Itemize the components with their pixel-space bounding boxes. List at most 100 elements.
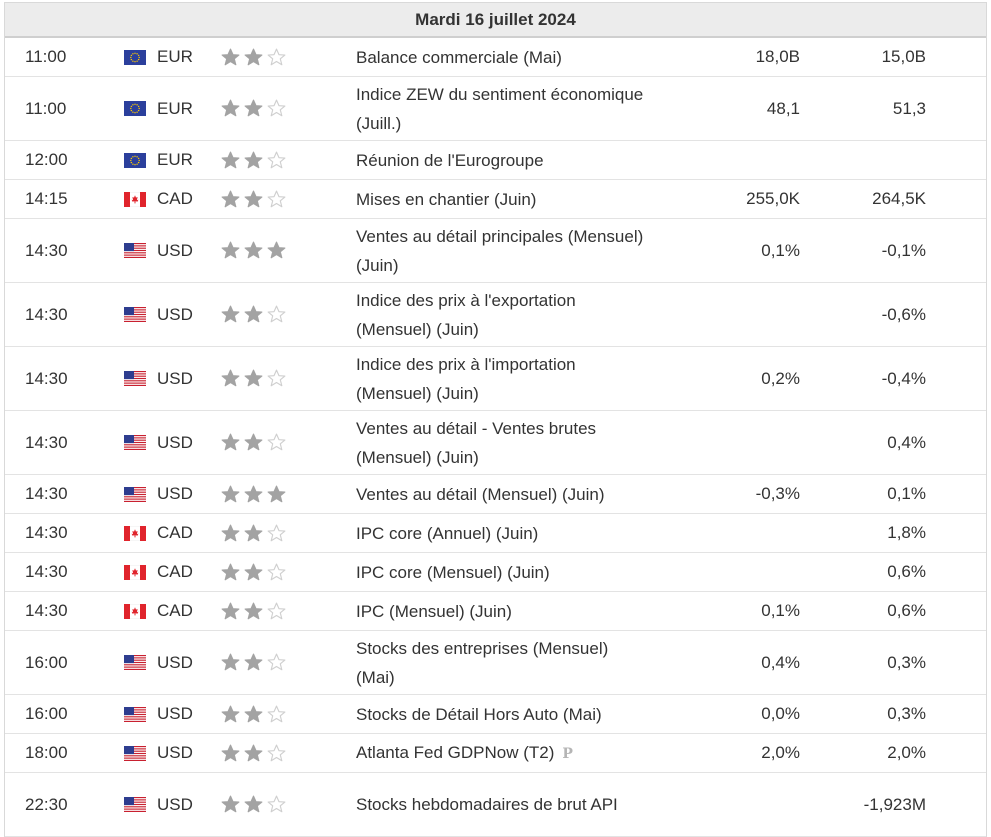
- event-actual: -0,3%: [755, 484, 800, 503]
- event-name-cell[interactable]: Balance commerciale (Mai): [356, 38, 646, 76]
- event-name[interactable]: Ventes au détail - Ventes brutes (Mensue…: [356, 419, 596, 467]
- event-name-cell[interactable]: Indice des prix à l'exportation (Mensuel…: [356, 283, 646, 346]
- us-flag-icon: [124, 773, 146, 836]
- star-empty-icon: [267, 705, 286, 722]
- event-name-cell[interactable]: Réunion de l'Eurogroupe: [356, 141, 646, 179]
- event-name[interactable]: IPC (Mensuel) (Juin): [356, 602, 512, 621]
- event-time: 16:00: [25, 704, 68, 723]
- impact-rating: [221, 180, 286, 218]
- event-actual: 0,0%: [761, 704, 800, 723]
- eu-flag-icon: [124, 77, 146, 140]
- star-filled-icon: [221, 48, 240, 65]
- event-name-cell[interactable]: Mises en chantier (Juin): [356, 180, 646, 218]
- star-filled-icon: [244, 563, 263, 580]
- star-filled-icon: [244, 190, 263, 207]
- impact-rating: [221, 77, 286, 140]
- event-currency: USD: [157, 240, 193, 260]
- event-name-cell[interactable]: Atlanta Fed GDPNow (T2) P: [356, 734, 646, 772]
- star-empty-icon: [267, 48, 286, 65]
- event-name[interactable]: Ventes au détail (Mensuel) (Juin): [356, 485, 605, 504]
- event-time: 11:00: [25, 98, 67, 118]
- star-empty-icon: [267, 524, 286, 541]
- event-name[interactable]: Stocks de Détail Hors Auto (Mai): [356, 705, 602, 724]
- event-time: 14:30: [25, 484, 68, 503]
- star-empty-icon: [267, 744, 286, 761]
- impact-rating: [221, 38, 286, 76]
- event-row[interactable]: 14:15 CAD Mises en chantier (Juin) 255,0K 26…: [5, 180, 986, 219]
- event-name[interactable]: Indice ZEW du sentiment économique (Juil…: [356, 85, 643, 133]
- event-row[interactable]: 14:30 CAD IPC core (Mensuel) (Juin) 0,6%: [5, 553, 986, 592]
- event-name-cell[interactable]: IPC (Mensuel) (Juin): [356, 592, 646, 630]
- us-flag-icon: [124, 411, 146, 474]
- star-filled-icon: [244, 99, 263, 117]
- canada-flag-icon: [124, 180, 146, 218]
- event-row[interactable]: 14:30 USD Indice des prix à l'exportation …: [5, 283, 986, 347]
- event-row[interactable]: 14:30 USD Ventes au détail (Mensuel) (Juin…: [5, 475, 986, 514]
- star-filled-icon: [244, 602, 263, 619]
- star-empty-icon: [267, 99, 286, 117]
- event-row[interactable]: 16:00 USD Stocks des entreprises (Mensuel)…: [5, 631, 986, 695]
- event-row[interactable]: 16:00 USD Stocks de Détail Hors Auto (Mai)…: [5, 695, 986, 734]
- star-filled-icon: [221, 563, 240, 580]
- event-name-cell[interactable]: IPC core (Annuel) (Juin): [356, 514, 646, 552]
- event-name-cell[interactable]: Stocks des entreprises (Mensuel) (Mai): [356, 631, 646, 694]
- event-name-cell[interactable]: Stocks de Détail Hors Auto (Mai): [356, 695, 646, 733]
- event-row[interactable]: 22:30 USD Stocks hebdomadaires de brut API…: [5, 773, 986, 837]
- event-name[interactable]: Stocks hebdomadaires de brut API: [356, 795, 618, 814]
- event-name[interactable]: Réunion de l'Eurogroupe: [356, 151, 544, 170]
- event-time: 22:30: [25, 794, 68, 814]
- event-row[interactable]: 11:00 EUR Balance commerciale (Mai) 18,0B 15…: [5, 38, 986, 77]
- event-name-cell[interactable]: Ventes au détail - Ventes brutes (Mensue…: [356, 411, 646, 474]
- star-filled-icon: [244, 151, 263, 168]
- star-empty-icon: [267, 151, 286, 168]
- star-filled-icon: [244, 705, 263, 722]
- canada-flag-icon: [124, 592, 146, 630]
- event-row[interactable]: 14:30 CAD IPC core (Annuel) (Juin) 1,8%: [5, 514, 986, 553]
- event-actual: 0,1%: [761, 601, 800, 620]
- event-name[interactable]: IPC core (Mensuel) (Juin): [356, 563, 550, 582]
- star-empty-icon: [267, 305, 286, 323]
- event-row[interactable]: 14:30 USD Indice des prix à l'importation …: [5, 347, 986, 411]
- event-row[interactable]: 12:00 EUR Réunion de l'Eurogroupe: [5, 141, 986, 180]
- eu-flag-icon: [124, 141, 146, 179]
- event-time: 14:30: [25, 601, 68, 620]
- event-name[interactable]: Indice des prix à l'importation (Mensuel…: [356, 355, 576, 403]
- event-actual: 48,1: [766, 98, 800, 118]
- event-name[interactable]: Indice des prix à l'exportation (Mensuel…: [356, 291, 576, 339]
- event-row[interactable]: 14:30 USD Ventes au détail principales (Me…: [5, 219, 986, 283]
- us-flag-icon: [124, 695, 146, 733]
- event-row[interactable]: 11:00 EUR Indice ZEW du sentiment économiq…: [5, 77, 986, 141]
- event-name-cell[interactable]: Stocks hebdomadaires de brut API: [356, 773, 646, 836]
- us-flag-icon: [124, 347, 146, 410]
- event-name[interactable]: Mises en chantier (Juin): [356, 190, 536, 209]
- us-flag-icon: [124, 631, 146, 694]
- event-forecast: -1,923M: [863, 794, 926, 814]
- event-row[interactable]: 14:30 USD Ventes au détail - Ventes brutes…: [5, 411, 986, 475]
- event-row[interactable]: 14:30 CAD IPC (Mensuel) (Juin) 0,1% 0,6%: [5, 592, 986, 631]
- preliminary-icon: P: [562, 745, 573, 762]
- event-actual: 18,0B: [755, 47, 800, 66]
- event-currency: USD: [157, 368, 193, 388]
- event-name-cell[interactable]: Ventes au détail principales (Mensuel) (…: [356, 219, 646, 282]
- event-name[interactable]: Atlanta Fed GDPNow (T2): [356, 743, 554, 762]
- event-name[interactable]: IPC core (Annuel) (Juin): [356, 524, 538, 543]
- star-empty-icon: [267, 653, 286, 671]
- event-name[interactable]: Ventes au détail principales (Mensuel) (…: [356, 227, 643, 275]
- event-name-cell[interactable]: Indice des prix à l'importation (Mensuel…: [356, 347, 646, 410]
- impact-rating: [221, 347, 286, 410]
- event-name-cell[interactable]: Indice ZEW du sentiment économique (Juil…: [356, 77, 646, 140]
- event-name[interactable]: Balance commerciale (Mai): [356, 48, 562, 67]
- star-filled-icon: [221, 653, 240, 671]
- event-row[interactable]: 18:00 USD Atlanta Fed GDPNow (T2) P 2,0% 2,0%: [5, 734, 986, 773]
- impact-rating: [221, 411, 286, 474]
- event-name-cell[interactable]: Ventes au détail (Mensuel) (Juin): [356, 475, 646, 513]
- event-time: 12:00: [25, 150, 68, 169]
- event-name-cell[interactable]: IPC core (Mensuel) (Juin): [356, 553, 646, 591]
- event-name[interactable]: Stocks des entreprises (Mensuel) (Mai): [356, 639, 608, 687]
- event-actual: 0,4%: [761, 652, 800, 672]
- day-header: Mardi 16 juillet 2024: [5, 3, 986, 38]
- star-filled-icon: [244, 241, 263, 259]
- event-currency: USD: [157, 652, 193, 672]
- star-empty-icon: [267, 369, 286, 387]
- event-forecast: 0,3%: [887, 704, 926, 723]
